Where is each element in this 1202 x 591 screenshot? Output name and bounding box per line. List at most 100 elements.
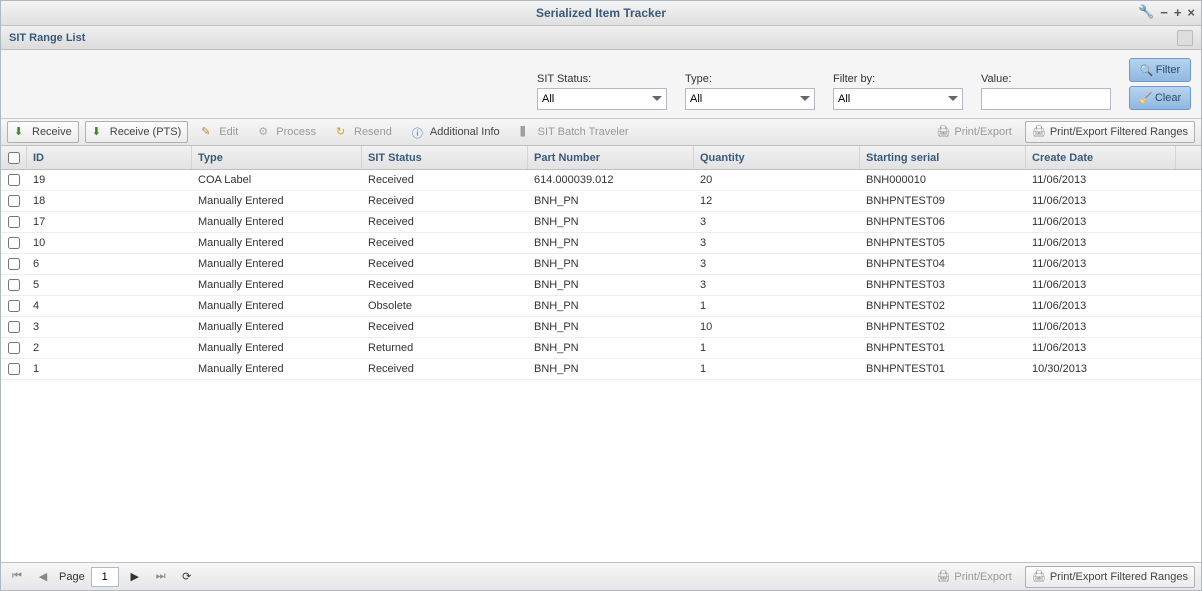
batch-traveler-button[interactable]: ||||| SIT Batch Traveler xyxy=(513,121,636,143)
printer-icon: 🖨 xyxy=(1032,125,1046,139)
table-row[interactable]: 18Manually EnteredReceivedBNH_PN12BNHPNT… xyxy=(1,191,1201,212)
filter-by-label: Filter by: xyxy=(833,73,963,85)
footer-print-export-button[interactable]: 🖨 Print/Export xyxy=(929,566,1018,588)
tool-icon[interactable]: 🔧 xyxy=(1138,4,1154,20)
minimize-icon[interactable]: − xyxy=(1160,5,1168,20)
filter-value-label: Value: xyxy=(981,73,1111,85)
print-export-button[interactable]: 🖨 Print/Export xyxy=(929,121,1018,143)
cell-type: Manually Entered xyxy=(192,300,362,312)
col-checkbox[interactable] xyxy=(1,146,27,169)
cell-id: 18 xyxy=(27,195,192,207)
pager-refresh-button[interactable]: ⟳ xyxy=(177,567,197,587)
col-status[interactable]: SIT Status xyxy=(362,146,528,169)
cell-part: BNH_PN xyxy=(528,258,694,270)
receive-button[interactable]: ⬇ Receive xyxy=(7,121,79,143)
table-row[interactable]: 2Manually EnteredReturnedBNH_PN1BNHPNTES… xyxy=(1,338,1201,359)
cell-date: 11/06/2013 xyxy=(1026,321,1176,333)
process-button[interactable]: ⚙ Process xyxy=(251,121,323,143)
filter-sit-status-select[interactable]: All xyxy=(537,88,667,110)
row-checkbox[interactable] xyxy=(8,321,20,333)
resend-button[interactable]: ↻ Resend xyxy=(329,121,399,143)
pencil-icon: ✎ xyxy=(201,125,215,139)
cell-qty: 1 xyxy=(694,300,860,312)
pager-page-input[interactable] xyxy=(91,567,119,587)
col-date[interactable]: Create Date xyxy=(1026,146,1176,169)
col-part[interactable]: Part Number xyxy=(528,146,694,169)
clear-button[interactable]: 🧹 Clear xyxy=(1129,86,1191,110)
close-icon[interactable]: × xyxy=(1187,5,1195,20)
cell-date: 11/06/2013 xyxy=(1026,300,1176,312)
cell-part: BNH_PN xyxy=(528,300,694,312)
row-checkbox[interactable] xyxy=(8,300,20,312)
cell-part: BNH_PN xyxy=(528,321,694,333)
cell-type: Manually Entered xyxy=(192,258,362,270)
table-row[interactable]: 10Manually EnteredReceivedBNH_PN3BNHPNTE… xyxy=(1,233,1201,254)
pager-last-button[interactable]: ⏭ xyxy=(151,567,171,587)
select-all-checkbox[interactable] xyxy=(8,152,20,164)
cell-part: BNH_PN xyxy=(528,279,694,291)
table-row[interactable]: 17Manually EnteredReceivedBNH_PN3BNHPNTE… xyxy=(1,212,1201,233)
col-type[interactable]: Type xyxy=(192,146,362,169)
row-checkbox[interactable] xyxy=(8,216,20,228)
row-checkbox[interactable] xyxy=(8,279,20,291)
cell-date: 11/06/2013 xyxy=(1026,342,1176,354)
footer-print-export-filtered-button[interactable]: 🖨 Print/Export Filtered Ranges xyxy=(1025,566,1195,588)
pager-first-button[interactable]: ⏮ xyxy=(7,567,27,587)
pager-prev-button[interactable]: ◀ xyxy=(33,567,53,587)
maximize-icon[interactable]: + xyxy=(1174,5,1182,20)
additional-info-button[interactable]: ⓘ Additional Info xyxy=(405,121,507,143)
table-row[interactable]: 3Manually EnteredReceivedBNH_PN10BNHPNTE… xyxy=(1,317,1201,338)
batch-traveler-label: SIT Batch Traveler xyxy=(538,126,629,138)
col-serial[interactable]: Starting serial xyxy=(860,146,1026,169)
collapse-icon[interactable] xyxy=(1177,30,1193,46)
filter-buttons: 🔍 Filter 🧹 Clear xyxy=(1129,58,1191,110)
filter-type-select[interactable]: All xyxy=(685,88,815,110)
row-checkbox[interactable] xyxy=(8,237,20,249)
cell-part: BNH_PN xyxy=(528,237,694,249)
table-row[interactable]: 4Manually EnteredObsoleteBNH_PN1BNHPNTES… xyxy=(1,296,1201,317)
row-checkbox[interactable] xyxy=(8,363,20,375)
row-checkbox[interactable] xyxy=(8,195,20,207)
cell-id: 4 xyxy=(27,300,192,312)
table-row[interactable]: 19COA LabelReceived614.000039.01220BNH00… xyxy=(1,170,1201,191)
edit-button[interactable]: ✎ Edit xyxy=(194,121,245,143)
table-row[interactable]: 1Manually EnteredReceivedBNH_PN1BNHPNTES… xyxy=(1,359,1201,380)
cell-type: Manually Entered xyxy=(192,216,362,228)
cell-id: 10 xyxy=(27,237,192,249)
row-checkbox-cell xyxy=(1,300,27,312)
print-export-filtered-label: Print/Export Filtered Ranges xyxy=(1050,126,1188,138)
row-checkbox-cell xyxy=(1,279,27,291)
cell-qty: 3 xyxy=(694,216,860,228)
toolbar: ⬇ Receive ⬇ Receive (PTS) ✎ Edit ⚙ Proce… xyxy=(1,119,1201,146)
filter-value-input[interactable] xyxy=(981,88,1111,110)
cell-part: BNH_PN xyxy=(528,342,694,354)
cell-type: Manually Entered xyxy=(192,237,362,249)
filter-button[interactable]: 🔍 Filter xyxy=(1129,58,1191,82)
cell-id: 2 xyxy=(27,342,192,354)
receive-pts-button[interactable]: ⬇ Receive (PTS) xyxy=(85,121,189,143)
cell-part: BNH_PN xyxy=(528,363,694,375)
filter-sit-status-label: SIT Status: xyxy=(537,73,667,85)
pager-next-button[interactable]: ▶ xyxy=(125,567,145,587)
cell-serial: BNHPNTEST03 xyxy=(860,279,1026,291)
cell-id: 19 xyxy=(27,174,192,186)
cell-date: 11/06/2013 xyxy=(1026,237,1176,249)
row-checkbox-cell xyxy=(1,363,27,375)
row-checkbox[interactable] xyxy=(8,174,20,186)
table-row[interactable]: 6Manually EnteredReceivedBNH_PN3BNHPNTES… xyxy=(1,254,1201,275)
row-checkbox-cell xyxy=(1,258,27,270)
cell-serial: BNHPNTEST01 xyxy=(860,342,1026,354)
cell-qty: 20 xyxy=(694,174,860,186)
col-id[interactable]: ID xyxy=(27,146,192,169)
receive-pts-label: Receive (PTS) xyxy=(110,126,182,138)
table-row[interactable]: 5Manually EnteredReceivedBNH_PN3BNHPNTES… xyxy=(1,275,1201,296)
col-qty[interactable]: Quantity xyxy=(694,146,860,169)
print-export-filtered-button[interactable]: 🖨 Print/Export Filtered Ranges xyxy=(1025,121,1195,143)
cell-date: 11/06/2013 xyxy=(1026,195,1176,207)
row-checkbox[interactable] xyxy=(8,258,20,270)
grid-header: ID Type SIT Status Part Number Quantity … xyxy=(1,146,1201,170)
row-checkbox[interactable] xyxy=(8,342,20,354)
filter-by-select[interactable]: All xyxy=(833,88,963,110)
cell-serial: BNH000010 xyxy=(860,174,1026,186)
filter-type-label: Type: xyxy=(685,73,815,85)
